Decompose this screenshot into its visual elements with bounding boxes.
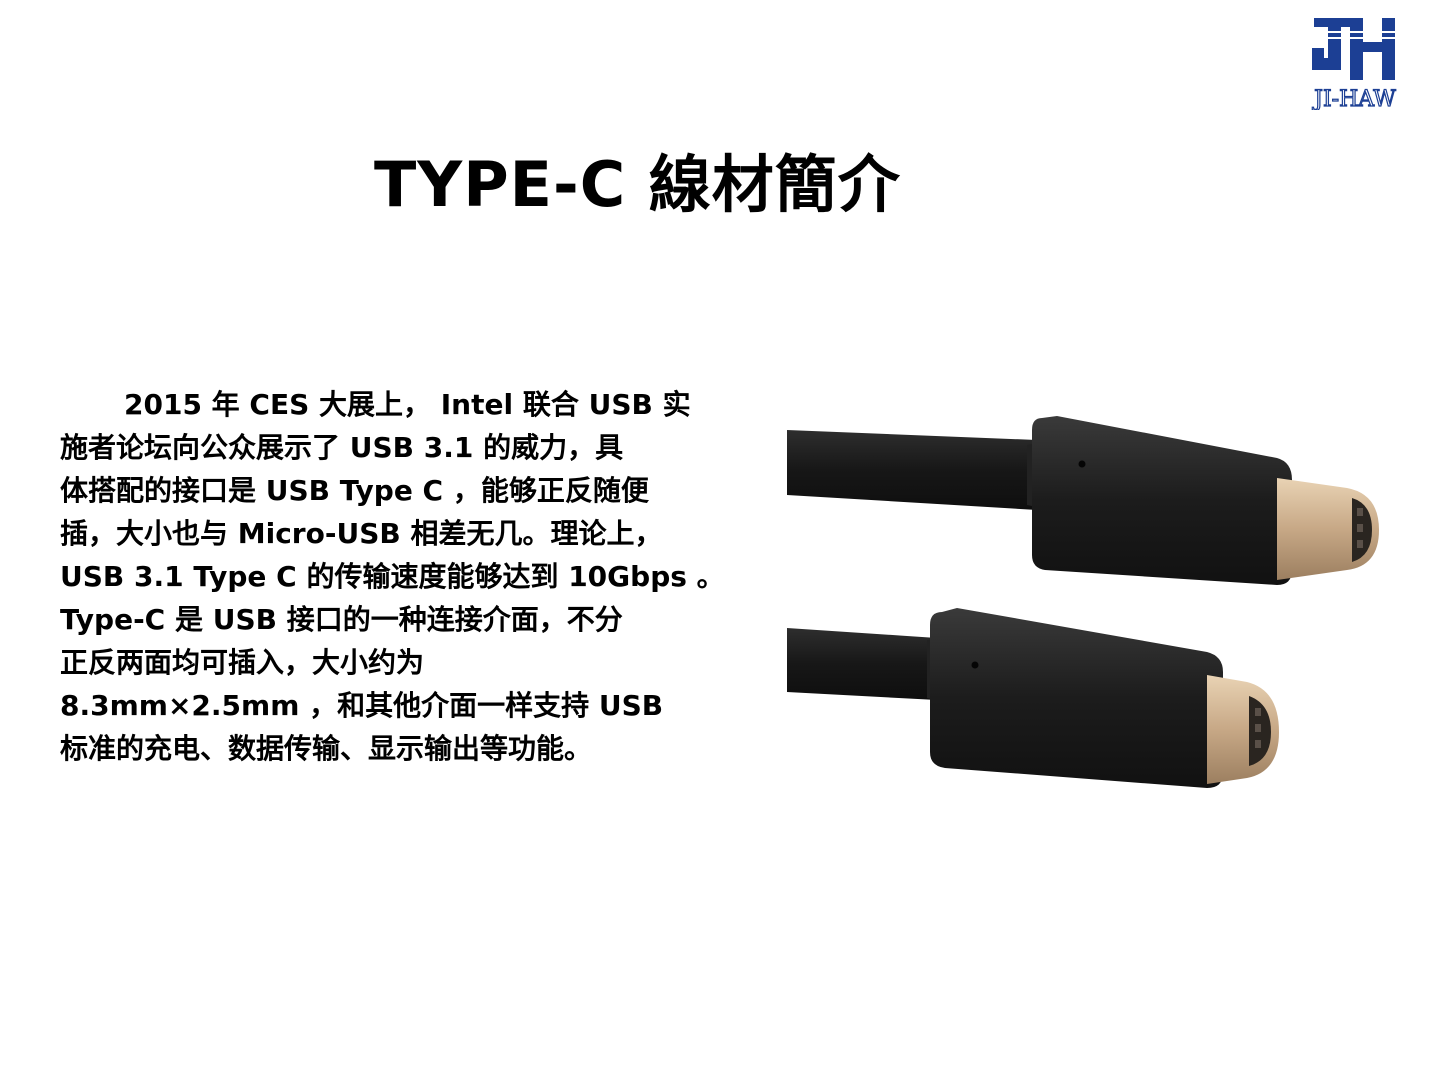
paragraph-line: 插，大小也与 Micro-USB 相差无几。理论上，: [60, 517, 663, 550]
slide-title: TYPE-C 線材簡介: [374, 148, 901, 221]
intro-paragraph: 2015 年 CES 大展上， Intel 联合 USB 实 施者论坛向公众展示…: [60, 383, 770, 770]
logo-wordmark: JI-HAW: [1312, 87, 1396, 110]
paragraph-line: 2015 年 CES 大展上， Intel 联合 USB 实: [124, 388, 691, 421]
usb-type-c-cable-icon: [787, 400, 1383, 848]
ji-haw-logo-icon: JI-HAW: [1312, 18, 1397, 110]
paragraph-line: 标准的充电、数据传输、显示输出等功能。: [60, 732, 593, 765]
usb-type-c-cable-image: [787, 400, 1383, 848]
paragraph-line: 体搭配的接口是 USB Type C ，能够正反随便: [60, 474, 649, 507]
ji-haw-logo: JI-HAW: [1296, 18, 1414, 110]
paragraph-line: USB 3.1 Type C 的传输速度能够达到 10Gbps 。: [60, 560, 725, 593]
paragraph-line: 正反两面均可插入，大小约为: [60, 646, 425, 679]
paragraph-line: 8.3mm×2.5mm ，和其他介面一样支持 USB: [60, 689, 664, 722]
paragraph-line: 施者论坛向公众展示了 USB 3.1 的威力，具: [60, 431, 624, 464]
paragraph-line: Type-C 是 USB 接口的一种连接介面，不分: [60, 603, 623, 636]
